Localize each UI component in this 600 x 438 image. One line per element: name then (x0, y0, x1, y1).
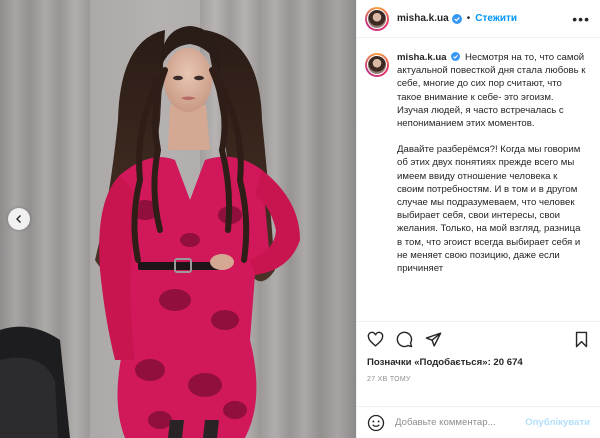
verified-badge-icon (451, 13, 462, 24)
post-side-panel: misha.k.ua • Стежити ••• misha.k.ua Несм… (356, 0, 600, 438)
more-icon[interactable]: ••• (572, 12, 590, 26)
chevron-left-icon (16, 215, 21, 223)
action-bar (367, 322, 590, 356)
post-actions-section: Позначки «Подобається»: 20 674 27 ХВ ТОМ… (357, 321, 600, 383)
post-photo[interactable] (0, 0, 356, 438)
publish-button[interactable]: Опублікувати (525, 417, 590, 428)
username-link[interactable]: misha.k.ua (397, 13, 449, 24)
caption-paragraph-1: misha.k.ua Несмотря на то, что самой акт… (397, 51, 586, 130)
photo-illustration (0, 0, 356, 438)
comment-bar: Опублікувати (357, 406, 600, 438)
bookmark-icon[interactable] (573, 331, 590, 348)
caption-section: misha.k.ua Несмотря на то, что самой акт… (357, 39, 600, 321)
verified-badge-icon (451, 52, 461, 61)
avatar[interactable] (365, 6, 389, 31)
heart-icon[interactable] (367, 331, 384, 348)
caption-body-1: Несмотря на то, что самой актуальной пов… (397, 52, 586, 130)
comment-icon[interactable] (396, 331, 413, 348)
emoji-icon[interactable] (367, 414, 385, 432)
caption-paragraph-2: Давайте разберёмся?! Когда мы говорим об… (397, 144, 581, 275)
previous-image-button[interactable] (8, 208, 30, 230)
follow-button[interactable]: Стежити (475, 13, 517, 24)
caption-avatar[interactable] (365, 53, 389, 77)
likes-count[interactable]: Позначки «Подобається»: 20 674 (367, 357, 590, 368)
post-timestamp[interactable]: 27 ХВ ТОМУ (367, 376, 590, 383)
post-header: misha.k.ua • Стежити ••• (357, 0, 600, 38)
comment-input[interactable] (395, 417, 526, 428)
separator-dot: • (466, 13, 471, 24)
caption-text: misha.k.ua Несмотря на то, что самой акт… (397, 51, 586, 321)
caption-username[interactable]: misha.k.ua (397, 52, 447, 63)
share-icon[interactable] (425, 331, 442, 348)
